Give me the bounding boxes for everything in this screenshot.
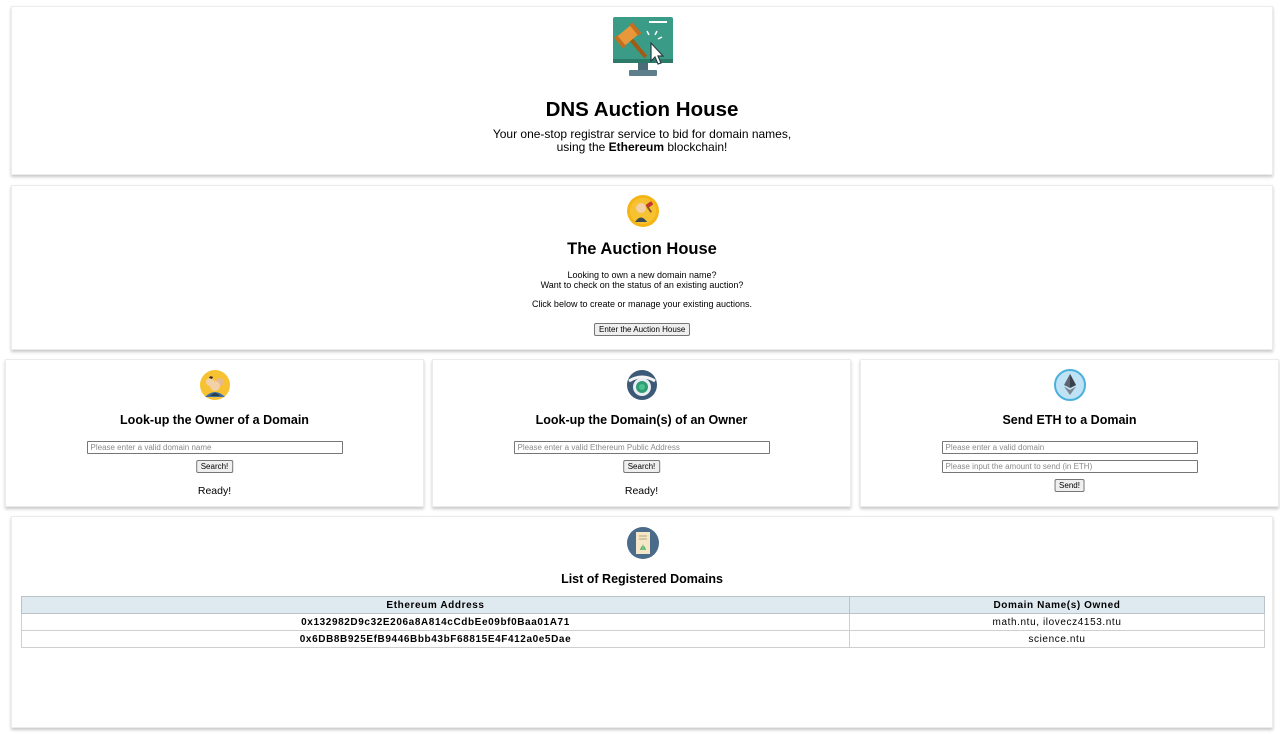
tagline-line-2: using the Ethereum blockchain! — [12, 139, 1272, 154]
row-domains: science.ntu — [849, 630, 1265, 648]
row-domains: math.ntu, ilovecz4153.ntu — [849, 613, 1265, 631]
send-eth-button[interactable]: Send! — [1054, 479, 1085, 492]
auction-line-2: Want to check on the status of an existi… — [540, 280, 744, 290]
domain-lookup-card: Look-up the Domain(s) of an Owner Search… — [432, 359, 851, 507]
owner-lookup-status: Ready! — [197, 485, 232, 497]
send-amount-input[interactable] — [941, 460, 1198, 473]
table-row: 0x6DB8B925EfB9446Bbb43bF68815E4F412a0e5D… — [21, 630, 1265, 648]
certificate-icon — [627, 527, 659, 559]
auction-house-title: The Auction House — [567, 240, 717, 258]
ethereum-icon — [1053, 369, 1086, 401]
domain-lookup-title: Look-up the Domain(s) of an Owner — [535, 413, 748, 427]
people-icon — [199, 370, 230, 400]
auction-house-card: The Auction House Looking to own a new d… — [11, 185, 1273, 350]
owner-lookup-title: Look-up the Owner of a Domain — [120, 413, 309, 427]
header-card: DNS Auction House Your one-stop registra… — [11, 6, 1273, 175]
send-eth-card: Send ETH to a Domain Send! — [860, 359, 1279, 507]
auction-line-3: Click below to create or manage your exi… — [531, 299, 753, 309]
page-title: DNS Auction House — [545, 98, 739, 121]
tagline-ethereum: Ethereum — [608, 139, 665, 154]
send-eth-title: Send ETH to a Domain — [1002, 413, 1137, 427]
column-ethereum-address: Ethereum Address — [21, 596, 850, 614]
enter-auction-house-button[interactable]: Enter the Auction House — [594, 323, 691, 336]
ethereum-address-input[interactable] — [513, 441, 770, 454]
auction-house-description: Looking to own a new domain name? Want t… — [12, 270, 1272, 290]
search-owner-button[interactable]: Search! — [195, 460, 234, 473]
auction-line-1: Looking to own a new domain name? — [567, 270, 717, 280]
tagline: Your one-stop registrar service to bid f… — [12, 128, 1272, 153]
search-domains-button[interactable]: Search! — [622, 460, 661, 473]
domain-lookup-status: Ready! — [624, 485, 659, 497]
row-address: 0x132982D9c32E206a8A814cCdbEe09bf0Baa01A… — [21, 613, 850, 631]
tagline-post: blockchain! — [664, 139, 728, 154]
registered-domains-title: List of Registered Domains — [561, 572, 723, 586]
owner-lookup-card: Look-up the Owner of a Domain Search! Re… — [5, 359, 424, 507]
gavel-on-monitor-icon — [613, 17, 673, 76]
column-domain-names: Domain Name(s) Owned — [849, 596, 1265, 614]
table-header-row: Ethereum Address Domain Name(s) Owned — [21, 596, 1265, 614]
row-address: 0x6DB8B925EfB9446Bbb43bF68815E4F412a0e5D… — [21, 630, 850, 648]
registered-domains-table: Ethereum Address Domain Name(s) Owned 0x… — [21, 596, 1265, 648]
send-domain-input[interactable] — [941, 441, 1198, 454]
webcam-icon — [626, 370, 657, 400]
registered-domains-card: List of Registered Domains Ethereum Addr… — [11, 516, 1273, 728]
table-row: 0x132982D9c32E206a8A814cCdbEe09bf0Baa01A… — [21, 613, 1265, 631]
tagline-pre: using the — [556, 139, 609, 154]
domain-name-input[interactable] — [86, 441, 343, 454]
auctioneer-icon — [627, 195, 659, 227]
